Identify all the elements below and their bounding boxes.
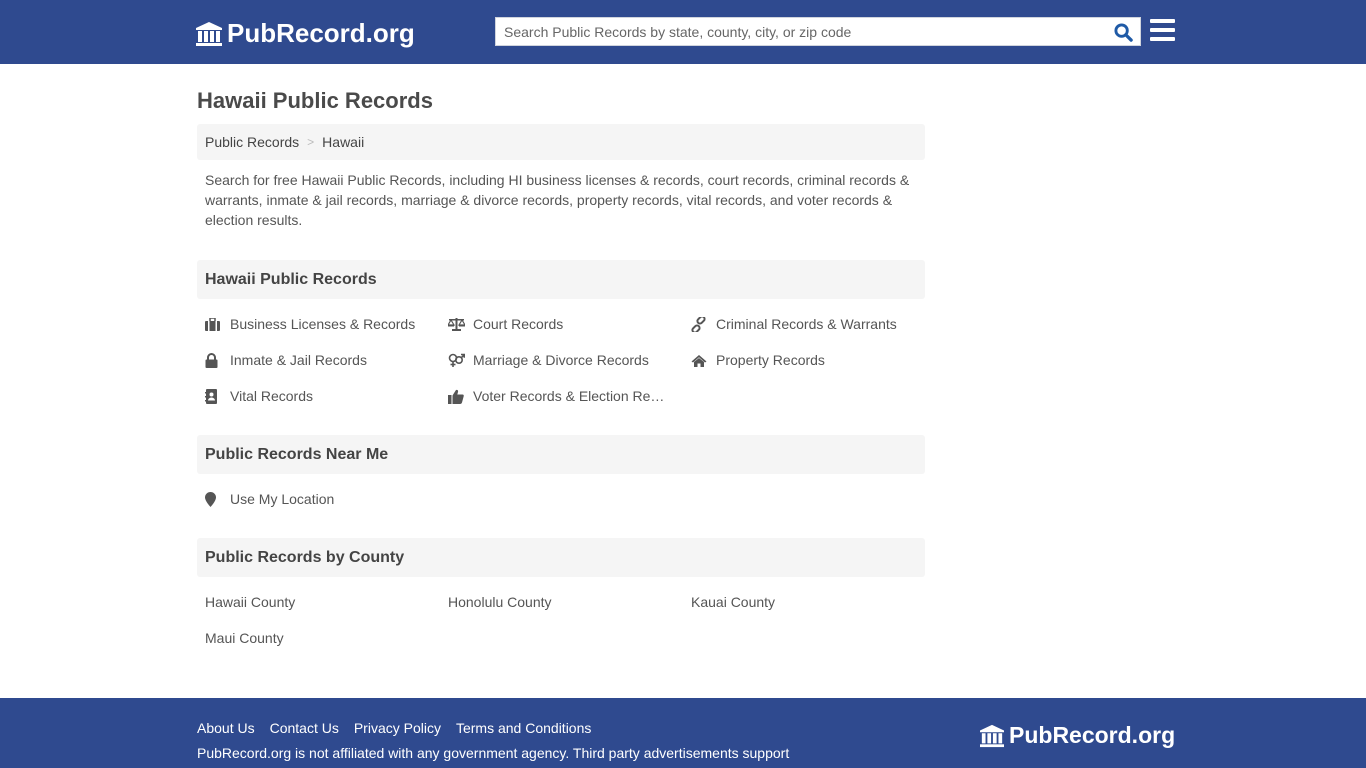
- lock-icon: [205, 352, 223, 368]
- page-title: Hawaii Public Records: [197, 88, 433, 113]
- county-link-maui[interactable]: Maui County: [205, 630, 284, 646]
- record-link-voter[interactable]: Voter Records & Election Results: [448, 388, 671, 404]
- county-link-hawaii[interactable]: Hawaii County: [205, 594, 295, 610]
- hamburger-menu-button[interactable]: [1150, 19, 1176, 43]
- site-footer: About Us Contact Us Privacy Policy Terms…: [0, 698, 1366, 768]
- record-link-label: Court Records: [473, 316, 564, 332]
- home-icon: [691, 352, 709, 368]
- near-me-section-heading: Public Records Near Me: [197, 435, 925, 474]
- site-header: PubRecord.org: [0, 0, 1366, 64]
- county-section-heading: Public Records by County: [197, 538, 925, 577]
- gender-icon: [448, 352, 466, 368]
- search-icon: [1113, 22, 1133, 42]
- breadcrumb: Public Records > Hawaii: [197, 124, 925, 160]
- site-logo[interactable]: PubRecord.org: [195, 18, 415, 49]
- search-input[interactable]: [496, 18, 1106, 45]
- use-my-location-link[interactable]: Use My Location: [205, 491, 334, 507]
- breadcrumb-separator: >: [307, 135, 315, 149]
- briefcase-icon: [205, 316, 223, 332]
- scale-icon: [448, 316, 466, 332]
- footer-logo-text: PubRecord.org: [1009, 722, 1176, 748]
- use-my-location-label: Use My Location: [230, 491, 335, 507]
- thumbs-up-icon: [448, 388, 466, 404]
- hamburger-menu-bar: [1150, 37, 1175, 41]
- footer-disclaimer: PubRecord.org is not affiliated with any…: [197, 745, 790, 761]
- record-link-label: Inmate & Jail Records: [230, 352, 367, 368]
- record-link-marriage[interactable]: Marriage & Divorce Records: [448, 352, 649, 368]
- bank-building-icon: [196, 21, 222, 46]
- breadcrumb-public-records[interactable]: Public Records: [205, 134, 299, 150]
- link-icon: [691, 316, 709, 332]
- address-book-icon: [205, 388, 223, 404]
- footer-link-terms[interactable]: Terms and Conditions: [456, 720, 591, 736]
- county-link-honolulu[interactable]: Honolulu County: [448, 594, 552, 610]
- footer-link-privacy[interactable]: Privacy Policy: [354, 720, 441, 736]
- footer-logo[interactable]: PubRecord.org: [979, 722, 1175, 749]
- search-box: [495, 17, 1141, 46]
- record-link-court[interactable]: Court Records: [448, 316, 563, 332]
- record-link-label: Business Licenses & Records: [230, 316, 416, 332]
- footer-link-about[interactable]: About Us: [197, 720, 255, 736]
- record-link-label: Marriage & Divorce Records: [473, 352, 649, 368]
- record-link-criminal[interactable]: Criminal Records & Warrants: [691, 316, 897, 332]
- records-section-heading: Hawaii Public Records: [197, 260, 925, 299]
- record-link-label: Vital Records: [230, 388, 314, 404]
- record-link-label: Voter Records & Election Results: [473, 388, 671, 404]
- county-link-kauai[interactable]: Kauai County: [691, 594, 775, 610]
- record-link-business[interactable]: Business Licenses & Records: [205, 316, 415, 332]
- footer-links: About Us Contact Us Privacy Policy Terms…: [197, 720, 606, 736]
- intro-text: Search for free Hawaii Public Records, i…: [205, 172, 910, 228]
- record-link-property[interactable]: Property Records: [691, 352, 825, 368]
- breadcrumb-hawaii[interactable]: Hawaii: [322, 134, 364, 150]
- footer-link-contact[interactable]: Contact Us: [270, 720, 339, 736]
- record-link-inmate[interactable]: Inmate & Jail Records: [205, 352, 367, 368]
- map-marker-icon: [205, 491, 223, 507]
- bank-building-icon: [980, 724, 1004, 747]
- search-button[interactable]: [1110, 20, 1136, 44]
- hamburger-menu-icon: [1150, 19, 1175, 23]
- record-link-label: Criminal Records & Warrants: [716, 316, 897, 332]
- record-link-vital[interactable]: Vital Records: [205, 388, 313, 404]
- logo-text: PubRecord.org: [227, 18, 415, 48]
- record-link-label: Property Records: [716, 352, 825, 368]
- hamburger-menu-bar: [1150, 28, 1175, 32]
